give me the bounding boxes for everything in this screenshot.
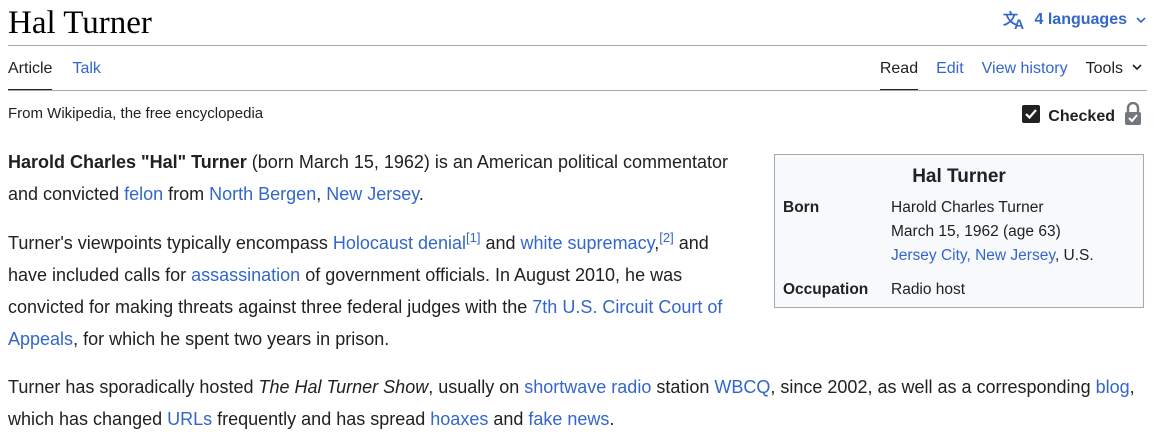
text-span: and xyxy=(480,233,521,253)
chevron-down-icon xyxy=(1131,58,1143,80)
reference-1[interactable]: [1] xyxy=(466,230,480,245)
born-place-suffix: , U.S. xyxy=(1054,247,1094,264)
tab-edit[interactable]: Edit xyxy=(936,58,964,89)
link-wbcq[interactable]: WBCQ xyxy=(714,377,770,397)
infobox-value-born: Harold Charles Turner March 15, 1962 (ag… xyxy=(891,196,1094,268)
text-span: Turner has sporadically hosted xyxy=(8,377,259,397)
tab-talk[interactable]: Talk xyxy=(72,58,100,91)
text-span: Turner's viewpoints typically encompass xyxy=(8,233,333,253)
link-urls[interactable]: URLs xyxy=(167,409,212,429)
tab-view-history[interactable]: View history xyxy=(982,58,1068,89)
lock-icon xyxy=(1123,101,1143,131)
reference-2[interactable]: [2] xyxy=(659,230,673,245)
infobox-label-occupation: Occupation xyxy=(783,281,869,298)
page-title: Hal Turner xyxy=(8,5,152,41)
infobox-value-occupation: Radio host xyxy=(891,281,966,298)
checked-label: Checked xyxy=(1048,107,1115,125)
link-felon[interactable]: felon xyxy=(124,184,163,204)
translate-icon: 文 A xyxy=(1003,10,1027,30)
born-name: Harold Charles Turner xyxy=(891,199,1044,216)
link-jersey-city[interactable]: Jersey City, New Jersey xyxy=(891,247,1055,264)
languages-label: 4 languages xyxy=(1034,11,1127,28)
subject-name: Harold Charles "Hal" Turner xyxy=(8,152,247,172)
text-span: , since 2002, as well as a corresponding xyxy=(770,377,1096,397)
text-span: , for which he spent two years in prison… xyxy=(73,329,390,349)
text-span: station xyxy=(651,377,715,397)
tab-article[interactable]: Article xyxy=(8,58,53,91)
checkbox-checked-icon xyxy=(1022,105,1041,128)
view-tabs: Read Edit View history Tools xyxy=(879,58,1143,91)
infobox: Hal Turner Born Harold Charles Turner Ma… xyxy=(774,154,1144,308)
chevron-down-icon xyxy=(1135,14,1147,26)
show-paragraph: Turner has sporadically hosted The Hal T… xyxy=(8,371,1148,435)
show-title: The Hal Turner Show xyxy=(258,377,429,397)
svg-text:A: A xyxy=(1014,16,1024,30)
infobox-row-born: Born Harold Charles Turner March 15, 196… xyxy=(775,196,1143,268)
tabs-divider xyxy=(8,90,1147,91)
intro-paragraph: Harold Charles "Hal" Turner (born March … xyxy=(8,146,748,210)
link-blog[interactable]: blog xyxy=(1096,377,1130,397)
text-span: . xyxy=(609,409,615,429)
tools-dropdown[interactable]: Tools xyxy=(1086,58,1143,80)
namespace-tabs: Article Talk xyxy=(8,58,101,91)
title-divider xyxy=(8,45,1147,46)
link-holocaust-denial[interactable]: Holocaust denial xyxy=(333,233,466,253)
link-new-jersey[interactable]: New Jersey xyxy=(326,184,419,204)
link-shortwave-radio[interactable]: shortwave radio xyxy=(524,377,651,397)
link-north-bergen[interactable]: North Bergen xyxy=(209,184,316,204)
born-place: Jersey City, New Jersey, U.S. xyxy=(891,244,1094,268)
site-tagline: From Wikipedia, the free encyclopedia xyxy=(8,105,264,122)
born-date: March 15, 1962 (age 63) xyxy=(891,223,1061,240)
link-assassination[interactable]: assassination xyxy=(191,265,300,285)
text-span: , xyxy=(316,184,327,204)
text-span: frequently and has spread xyxy=(212,409,431,429)
link-fake-news[interactable]: fake news xyxy=(528,409,609,429)
tools-label: Tools xyxy=(1085,60,1123,77)
text-span: , usually on xyxy=(428,377,525,397)
text-span: from xyxy=(163,184,210,204)
tab-read[interactable]: Read xyxy=(879,58,919,91)
text-span: . xyxy=(418,184,424,204)
checked-indicator[interactable]: Checked xyxy=(1022,101,1143,131)
viewpoints-paragraph: Turner's viewpoints typically encompass … xyxy=(8,227,748,355)
infobox-title: Hal Turner xyxy=(912,166,1006,187)
text-span: and xyxy=(488,409,529,429)
languages-button[interactable]: 文 A 4 languages xyxy=(1003,10,1147,30)
link-hoaxes[interactable]: hoaxes xyxy=(430,409,488,429)
infobox-row-occupation: Occupation Radio host xyxy=(775,278,1143,302)
link-white-supremacy[interactable]: white supremacy xyxy=(521,233,655,253)
infobox-label-born: Born xyxy=(783,199,820,216)
